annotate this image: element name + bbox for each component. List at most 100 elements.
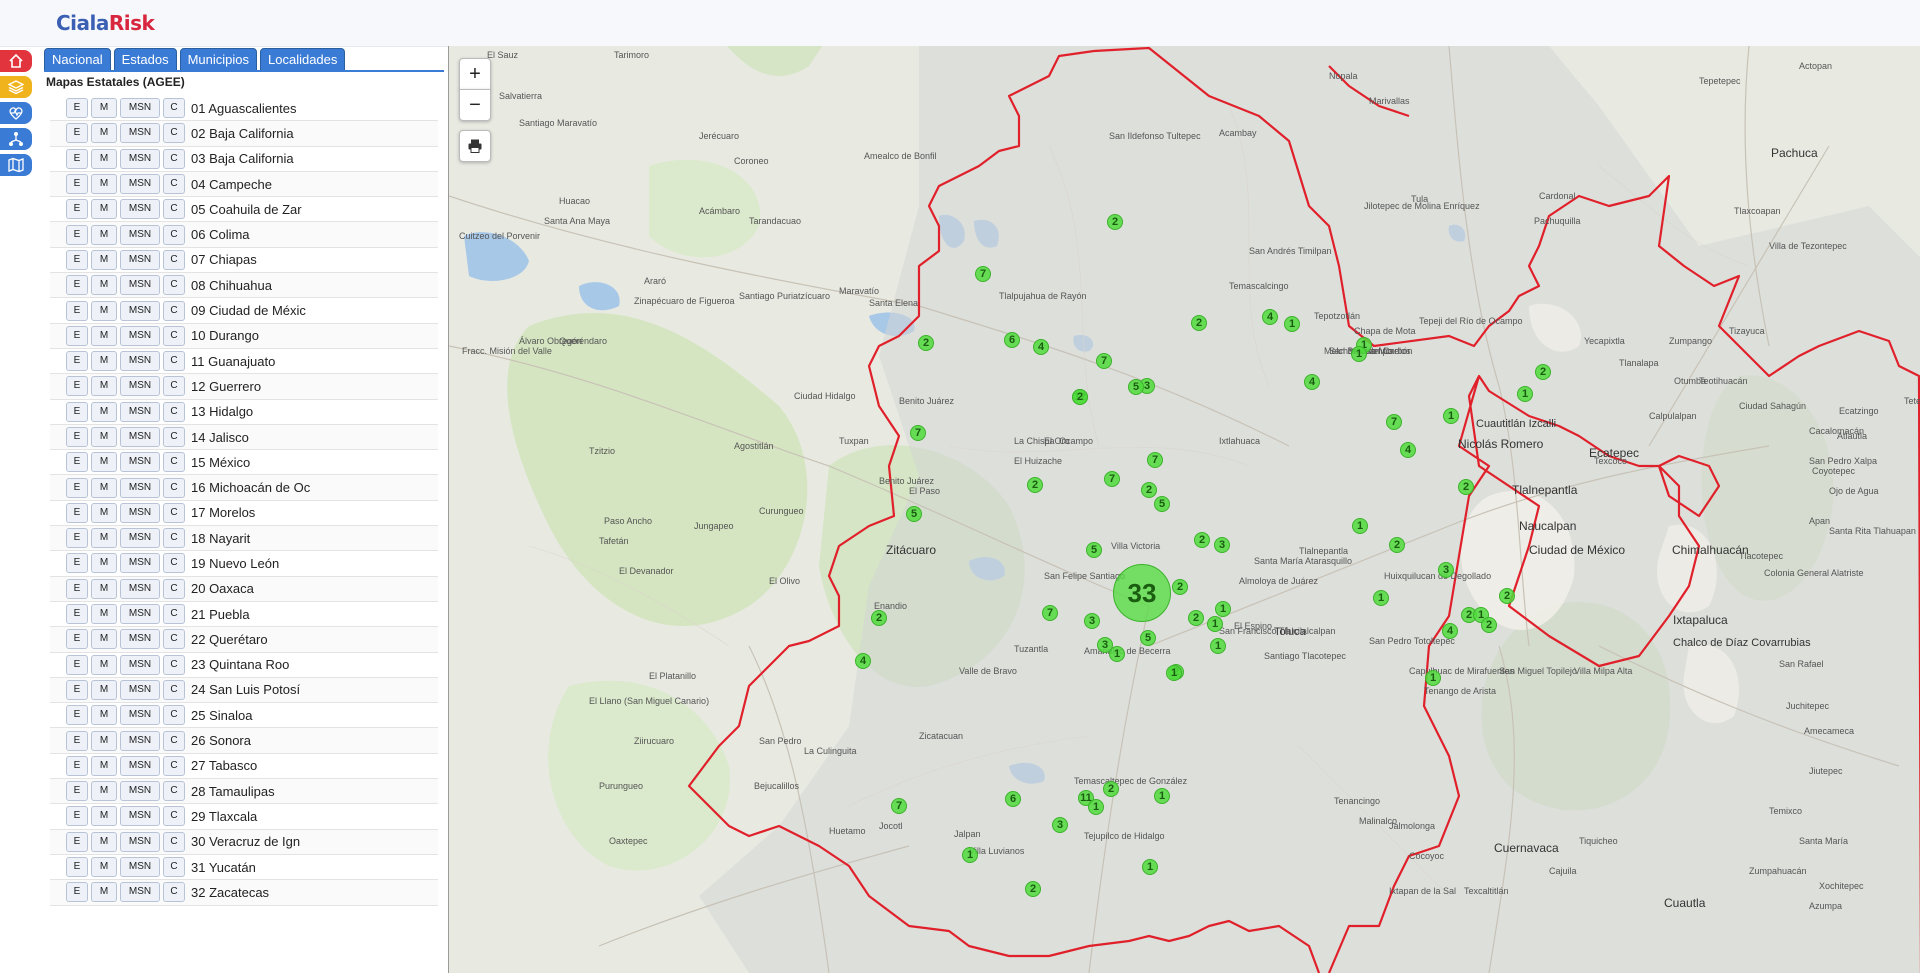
state-msn-button[interactable]: MSN — [120, 806, 160, 827]
state-c-button[interactable]: C — [163, 806, 185, 827]
state-c-button[interactable]: C — [163, 679, 185, 700]
state-msn-button[interactable]: MSN — [120, 376, 160, 397]
state-label[interactable]: 28 Tamaulipas — [191, 784, 275, 799]
state-e-button[interactable]: E — [66, 174, 88, 195]
state-c-button[interactable]: C — [163, 300, 185, 321]
state-msn-button[interactable]: MSN — [120, 857, 160, 878]
cluster-marker[interactable]: 1 — [1142, 859, 1158, 875]
cluster-marker[interactable]: 5 — [906, 506, 922, 522]
state-c-button[interactable]: C — [163, 755, 185, 776]
cluster-marker[interactable]: 2 — [1194, 532, 1210, 548]
state-c-button[interactable]: C — [163, 528, 185, 549]
state-msn-button[interactable]: MSN — [120, 199, 160, 220]
state-c-button[interactable]: C — [163, 325, 185, 346]
state-label[interactable]: 23 Quintana Roo — [191, 657, 289, 672]
state-m-button[interactable]: M — [91, 705, 117, 726]
state-msn-button[interactable]: MSN — [120, 502, 160, 523]
home-button[interactable] — [0, 50, 32, 72]
state-label[interactable]: 07 Chiapas — [191, 252, 257, 267]
state-msn-button[interactable]: MSN — [120, 174, 160, 195]
state-msn-button[interactable]: MSN — [120, 148, 160, 169]
state-msn-button[interactable]: MSN — [120, 781, 160, 802]
state-e-button[interactable]: E — [66, 300, 88, 321]
state-label[interactable]: 01 Aguascalientes — [191, 101, 297, 116]
state-m-button[interactable]: M — [91, 578, 117, 599]
state-e-button[interactable]: E — [66, 730, 88, 751]
state-e-button[interactable]: E — [66, 98, 88, 119]
cluster-marker[interactable]: 1 — [1088, 799, 1104, 815]
state-e-button[interactable]: E — [66, 705, 88, 726]
state-m-button[interactable]: M — [91, 351, 117, 372]
cluster-marker[interactable]: 2 — [1027, 477, 1043, 493]
map-view[interactable]: + − Zitácuaro Toluca Naucalpan Ciudad de… — [448, 46, 1920, 973]
state-msn-button[interactable]: MSN — [120, 98, 160, 119]
state-label[interactable]: 19 Nuevo León — [191, 556, 279, 571]
state-c-button[interactable]: C — [163, 351, 185, 372]
state-label[interactable]: 17 Morelos — [191, 505, 255, 520]
cluster-marker[interactable]: 1 — [1166, 665, 1182, 681]
cluster-marker[interactable]: 5 — [1154, 496, 1170, 512]
state-m-button[interactable]: M — [91, 148, 117, 169]
state-msn-button[interactable]: MSN — [120, 275, 160, 296]
state-e-button[interactable]: E — [66, 148, 88, 169]
state-m-button[interactable]: M — [91, 452, 117, 473]
cluster-marker[interactable]: 7 — [891, 798, 907, 814]
state-c-button[interactable]: C — [163, 98, 185, 119]
cluster-marker[interactable]: 2 — [1172, 579, 1188, 595]
state-label[interactable]: 32 Zacatecas — [191, 885, 269, 900]
state-label[interactable]: 02 Baja California — [191, 126, 294, 141]
cluster-marker[interactable]: 2 — [1389, 537, 1405, 553]
cluster-marker[interactable]: 2 — [1107, 214, 1123, 230]
cluster-marker[interactable]: 4 — [1400, 442, 1416, 458]
state-e-button[interactable]: E — [66, 123, 88, 144]
state-msn-button[interactable]: MSN — [120, 578, 160, 599]
state-c-button[interactable]: C — [163, 502, 185, 523]
state-e-button[interactable]: E — [66, 452, 88, 473]
cluster-marker[interactable]: 3 — [1084, 613, 1100, 629]
state-msn-button[interactable]: MSN — [120, 755, 160, 776]
cluster-marker[interactable]: 1 — [1210, 638, 1226, 654]
cluster-marker[interactable]: 6 — [1004, 332, 1020, 348]
state-label[interactable]: 15 México — [191, 455, 250, 470]
state-m-button[interactable]: M — [91, 528, 117, 549]
state-c-button[interactable]: C — [163, 629, 185, 650]
cluster-marker[interactable]: 2 — [1481, 617, 1497, 633]
state-c-button[interactable]: C — [163, 578, 185, 599]
state-msn-button[interactable]: MSN — [120, 123, 160, 144]
cluster-marker[interactable]: 6 — [1005, 791, 1021, 807]
cluster-marker[interactable]: 4 — [1033, 339, 1049, 355]
cluster-marker[interactable]: 4 — [1262, 309, 1278, 325]
state-c-button[interactable]: C — [163, 730, 185, 751]
cluster-marker[interactable]: 7 — [1104, 471, 1120, 487]
layers-button[interactable] — [0, 76, 32, 98]
state-c-button[interactable]: C — [163, 705, 185, 726]
state-e-button[interactable]: E — [66, 654, 88, 675]
state-c-button[interactable]: C — [163, 199, 185, 220]
state-msn-button[interactable]: MSN — [120, 528, 160, 549]
state-c-button[interactable]: C — [163, 224, 185, 245]
state-label[interactable]: 14 Jalisco — [191, 430, 249, 445]
state-m-button[interactable]: M — [91, 224, 117, 245]
state-e-button[interactable]: E — [66, 629, 88, 650]
state-m-button[interactable]: M — [91, 98, 117, 119]
state-e-button[interactable]: E — [66, 528, 88, 549]
state-msn-button[interactable]: MSN — [120, 553, 160, 574]
state-e-button[interactable]: E — [66, 249, 88, 270]
state-label[interactable]: 06 Colima — [191, 227, 250, 242]
cluster-marker[interactable]: 2 — [918, 335, 934, 351]
state-msn-button[interactable]: MSN — [120, 654, 160, 675]
state-label[interactable]: 03 Baja California — [191, 151, 294, 166]
state-label[interactable]: 16 Michoacán de Oc — [191, 480, 310, 495]
state-e-button[interactable]: E — [66, 351, 88, 372]
state-m-button[interactable]: M — [91, 882, 117, 903]
state-label[interactable]: 05 Coahuila de Zar — [191, 202, 302, 217]
state-label[interactable]: 11 Guanajuato — [191, 354, 275, 369]
state-label[interactable]: 08 Chihuahua — [191, 278, 272, 293]
state-msn-button[interactable]: MSN — [120, 452, 160, 473]
cluster-marker[interactable]: 5 — [1128, 379, 1144, 395]
state-e-button[interactable]: E — [66, 224, 88, 245]
cluster-marker[interactable]: 2 — [1535, 364, 1551, 380]
print-button[interactable] — [459, 130, 491, 162]
state-e-button[interactable]: E — [66, 831, 88, 852]
tab-nacional[interactable]: Nacional — [44, 48, 111, 72]
